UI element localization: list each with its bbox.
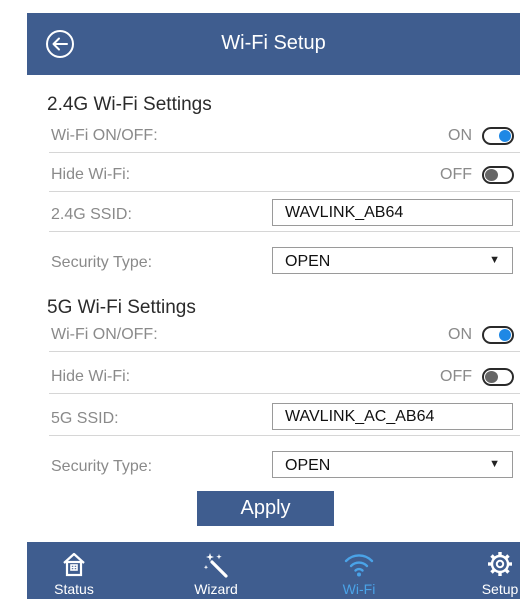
ssid-input-5g[interactable]: [272, 403, 513, 430]
wifi-onoff-label: Wi-Fi ON/OFF:: [51, 127, 158, 144]
security-type-select-24g[interactable]: OPEN ▼: [272, 247, 513, 274]
toggle-state-text: OFF: [440, 166, 472, 183]
ssid-label: 5G SSID:: [51, 410, 119, 427]
section-title-5g: 5G Wi-Fi Settings: [47, 297, 196, 318]
nav-item-wizard[interactable]: Wizard: [171, 542, 261, 599]
dropdown-arrow-icon: ▼: [489, 254, 500, 266]
toggle-knob: [485, 169, 498, 181]
wifi-onoff-toggle-group: ON: [448, 324, 514, 346]
toggle-knob: [485, 371, 498, 383]
toggle-knob: [499, 130, 511, 142]
nav-label-setup: Setup: [481, 581, 519, 597]
header-bar: Wi-Fi Setup: [27, 13, 520, 75]
toggle-knob: [499, 329, 511, 341]
wifi-onoff-toggle-24g[interactable]: [482, 127, 514, 145]
magic-wand-icon: [203, 553, 228, 578]
row-wifi-onoff-5g: Wi-Fi ON/OFF: ON: [49, 317, 520, 352]
select-value: OPEN: [285, 457, 331, 474]
security-type-label: Security Type:: [51, 458, 153, 475]
security-type-select-5g[interactable]: OPEN ▼: [272, 451, 513, 478]
home-icon: [63, 552, 85, 577]
wifi-icon: [344, 554, 374, 577]
page-title: Wi-Fi Setup: [221, 32, 326, 54]
gear-icon: [488, 552, 512, 576]
bottom-nav: Status Wizard Wi-Fi Setup: [27, 542, 520, 599]
row-ssid-24g: 2.4G SSID:: [49, 197, 520, 232]
row-ssid-5g: 5G SSID:: [49, 401, 520, 436]
toggle-state-text: ON: [448, 326, 472, 343]
toggle-state-text: OFF: [440, 368, 472, 385]
row-security-24g: Security Type: OPEN ▼: [49, 245, 520, 279]
hide-wifi-label: Hide Wi-Fi:: [51, 166, 131, 183]
row-hide-wifi-5g: Hide Wi-Fi: OFF: [49, 359, 520, 394]
row-security-5g: Security Type: OPEN ▼: [49, 449, 520, 483]
security-type-label: Security Type:: [51, 254, 153, 271]
select-value: OPEN: [285, 253, 331, 270]
hide-wifi-toggle-5g[interactable]: [482, 368, 514, 386]
ssid-input-24g[interactable]: [272, 199, 513, 226]
row-wifi-onoff-24g: Wi-Fi ON/OFF: ON: [49, 118, 520, 153]
hide-wifi-toggle-group: OFF: [440, 164, 514, 186]
section-title-24g: 2.4G Wi-Fi Settings: [47, 94, 212, 115]
wifi-onoff-toggle-5g[interactable]: [482, 326, 514, 344]
toggle-state-text: ON: [448, 127, 472, 144]
ssid-label: 2.4G SSID:: [51, 206, 132, 223]
hide-wifi-toggle-group: OFF: [440, 366, 514, 388]
nav-item-wifi[interactable]: Wi-Fi: [314, 542, 404, 599]
nav-label-wifi: Wi-Fi: [342, 581, 376, 597]
nav-item-status[interactable]: Status: [29, 542, 119, 599]
nav-item-setup[interactable]: Setup: [472, 542, 520, 599]
nav-label-status: Status: [54, 581, 94, 597]
nav-label-wizard: Wizard: [194, 581, 238, 597]
wifi-onoff-label: Wi-Fi ON/OFF:: [51, 326, 158, 343]
dropdown-arrow-icon: ▼: [489, 458, 500, 470]
hide-wifi-toggle-24g[interactable]: [482, 166, 514, 184]
wifi-onoff-toggle-group: ON: [448, 125, 514, 147]
hide-wifi-label: Hide Wi-Fi:: [51, 368, 131, 385]
row-hide-wifi-24g: Hide Wi-Fi: OFF: [49, 157, 520, 192]
apply-button[interactable]: Apply: [197, 491, 334, 526]
